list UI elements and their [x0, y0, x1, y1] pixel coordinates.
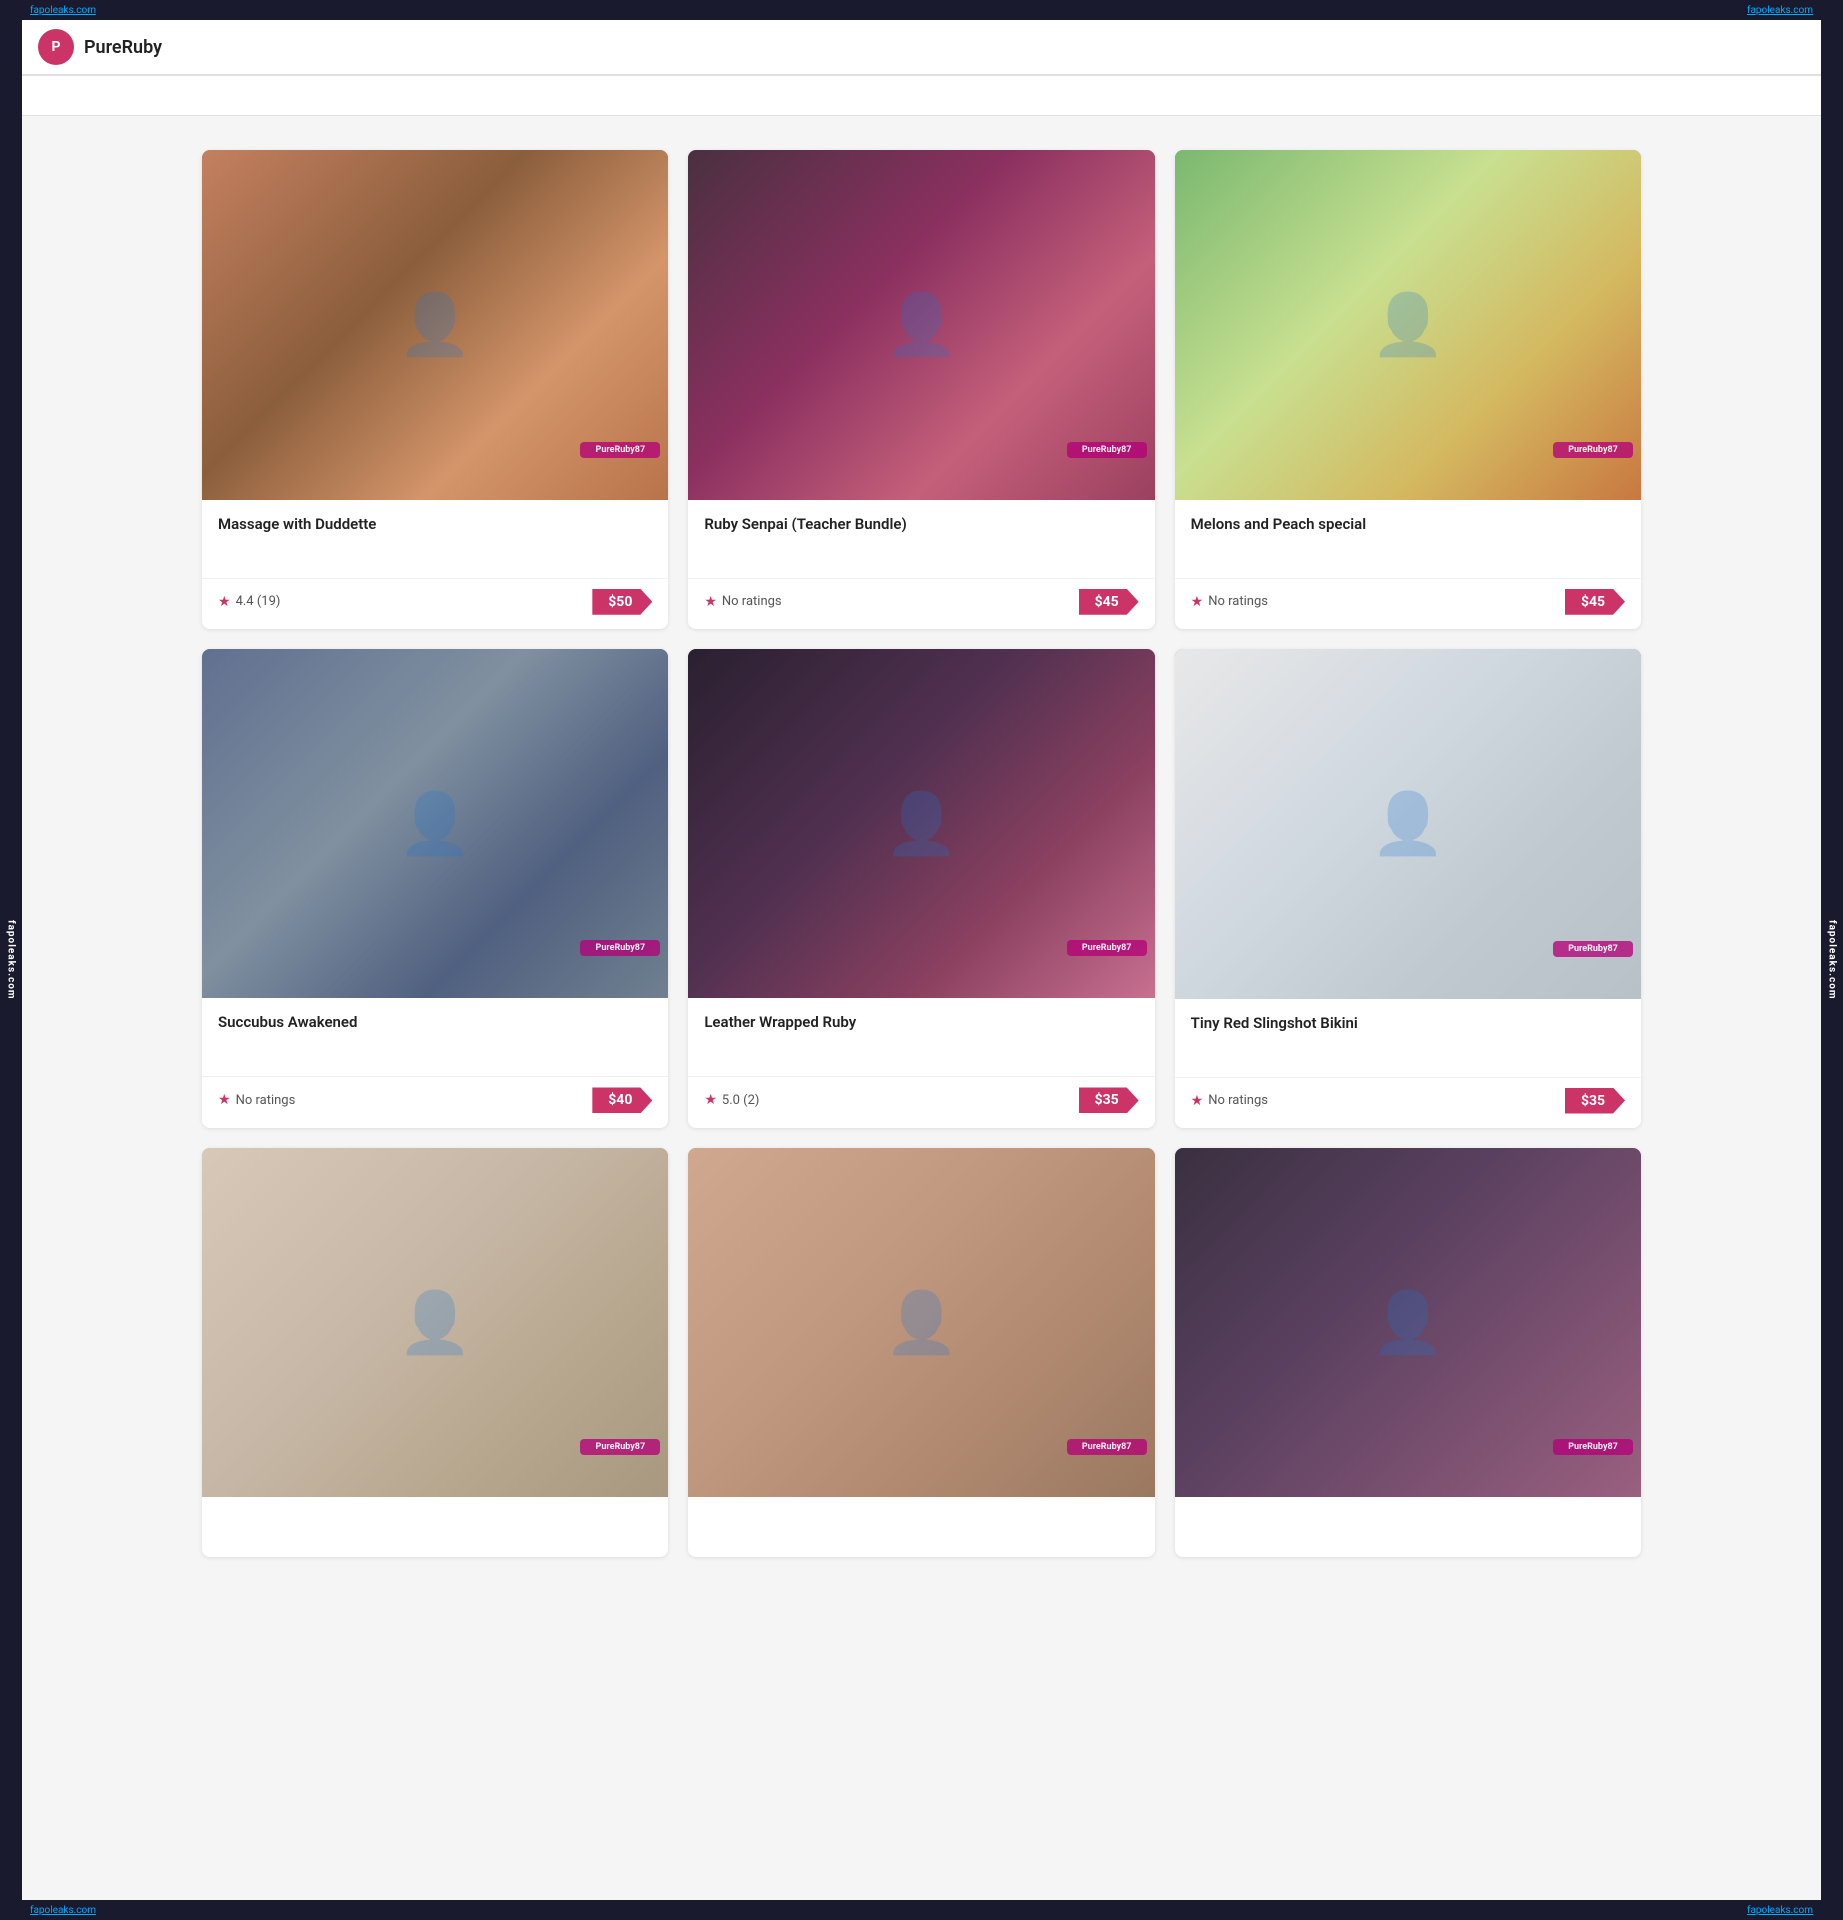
product-image: 👤PureRuby87 [1175, 150, 1641, 500]
product-card[interactable]: 👤PureRuby87 Massage with Duddette ★ 4.4 (19… [202, 150, 668, 629]
watermark: PureRuby87 [1553, 1439, 1633, 1489]
product-image: 👤PureRuby87 [1175, 1148, 1641, 1498]
product-title: Massage with Duddette [218, 514, 652, 535]
right-banner-text: fapoleaks.com [1827, 920, 1838, 1000]
product-card[interactable]: 👤PureRuby87 Ruby Senpai (Teacher Bundle) ★… [688, 150, 1154, 629]
product-card[interactable]: 👤PureRuby87 [202, 1148, 668, 1558]
watermark: PureRuby87 [1067, 940, 1147, 990]
right-side-banner: fapoleaks.com [1821, 0, 1843, 1920]
avatar: P [38, 29, 74, 65]
product-card[interactable]: 👤PureRuby87 Melons and Peach special ★ No r… [1175, 150, 1641, 629]
page-title: PureRuby [84, 37, 162, 58]
rating-area: ★ No ratings [704, 594, 781, 610]
rating-text: 4.4 (19) [236, 594, 281, 609]
star-icon: ★ [1191, 594, 1204, 610]
top-banner: fapoleaks.com fapoleaks.com [22, 0, 1821, 20]
product-title: Tiny Red Slingshot Bikini [1191, 1013, 1625, 1034]
product-title: Succubus Awakened [218, 1012, 652, 1033]
product-card[interactable]: 👤PureRuby87 Tiny Red Slingshot Bikini ★ No … [1175, 649, 1641, 1128]
watermark: PureRuby87 [1553, 941, 1633, 991]
product-image: 👤PureRuby87 [688, 150, 1154, 500]
star-icon: ★ [218, 1092, 231, 1108]
watermark: PureRuby87 [580, 940, 660, 990]
avatar-initial: P [51, 39, 60, 55]
product-card[interactable]: 👤PureRuby87 [1175, 1148, 1641, 1558]
nav-tabs [22, 76, 1821, 116]
price-badge: $35 [1565, 1088, 1625, 1114]
product-image: 👤PureRuby87 [688, 649, 1154, 999]
top-banner-link-right[interactable]: fapoleaks.com [1747, 5, 1813, 16]
product-card[interactable]: 👤PureRuby87 Succubus Awakened ★ No ratings $… [202, 649, 668, 1128]
rating-text: No ratings [1208, 594, 1268, 609]
watermark: PureRuby87 [1067, 442, 1147, 492]
rating-text: No ratings [1208, 1093, 1268, 1108]
product-image: 👤PureRuby87 [202, 649, 668, 999]
rating-area: ★ 5.0 (2) [704, 1092, 759, 1108]
top-banner-link-left[interactable]: fapoleaks.com [30, 5, 96, 16]
product-title: Melons and Peach special [1191, 514, 1625, 535]
product-image: 👤PureRuby87 [688, 1148, 1154, 1498]
product-footer: ★ 5.0 (2) $35 [688, 1076, 1154, 1127]
bottom-banner-link-right[interactable]: fapoleaks.com [1747, 1905, 1813, 1916]
price-badge: $45 [1079, 589, 1139, 615]
rating-area: ★ No ratings [1191, 594, 1268, 610]
product-grid: 👤PureRuby87 Massage with Duddette ★ 4.4 (19… [202, 150, 1641, 1557]
left-banner-text: fapoleaks.com [6, 920, 17, 1000]
site-header: P PureRuby [22, 20, 1821, 76]
rating-text: No ratings [236, 1093, 296, 1108]
price-badge: $35 [1079, 1087, 1139, 1113]
product-footer: ★ 4.4 (19) $50 [202, 578, 668, 629]
rating-text: 5.0 (2) [722, 1093, 760, 1108]
watermark: PureRuby87 [1553, 442, 1633, 492]
star-icon: ★ [1191, 1093, 1204, 1109]
left-side-banner: fapoleaks.com [0, 0, 22, 1920]
bottom-banner: fapoleaks.com fapoleaks.com [22, 1900, 1821, 1920]
rating-area: ★ 4.4 (19) [218, 594, 280, 610]
watermark: PureRuby87 [580, 442, 660, 492]
rating-text: No ratings [722, 594, 782, 609]
product-footer: ★ No ratings $45 [1175, 578, 1641, 629]
product-footer: ★ No ratings $35 [1175, 1077, 1641, 1128]
price-badge: $40 [592, 1087, 652, 1113]
product-title: Ruby Senpai (Teacher Bundle) [704, 514, 1138, 535]
rating-area: ★ No ratings [218, 1092, 295, 1108]
product-image: 👤PureRuby87 [1175, 649, 1641, 999]
product-image: 👤PureRuby87 [202, 1148, 668, 1498]
product-image: 👤PureRuby87 [202, 150, 668, 500]
watermark: PureRuby87 [580, 1439, 660, 1489]
product-title: Leather Wrapped Ruby [704, 1012, 1138, 1033]
price-badge: $45 [1565, 589, 1625, 615]
bottom-banner-link-left[interactable]: fapoleaks.com [30, 1905, 96, 1916]
watermark: PureRuby87 [1067, 1439, 1147, 1489]
star-icon: ★ [218, 594, 231, 610]
main-content: 👤PureRuby87 Massage with Duddette ★ 4.4 (19… [22, 130, 1821, 1577]
rating-area: ★ No ratings [1191, 1093, 1268, 1109]
product-card[interactable]: 👤PureRuby87 [688, 1148, 1154, 1558]
product-footer: ★ No ratings $45 [688, 578, 1154, 629]
star-icon: ★ [704, 594, 717, 610]
product-card[interactable]: 👤PureRuby87 Leather Wrapped Ruby ★ 5.0 (2) $… [688, 649, 1154, 1128]
price-badge: $50 [592, 589, 652, 615]
star-icon: ★ [704, 1092, 717, 1108]
product-footer: ★ No ratings $40 [202, 1076, 668, 1127]
